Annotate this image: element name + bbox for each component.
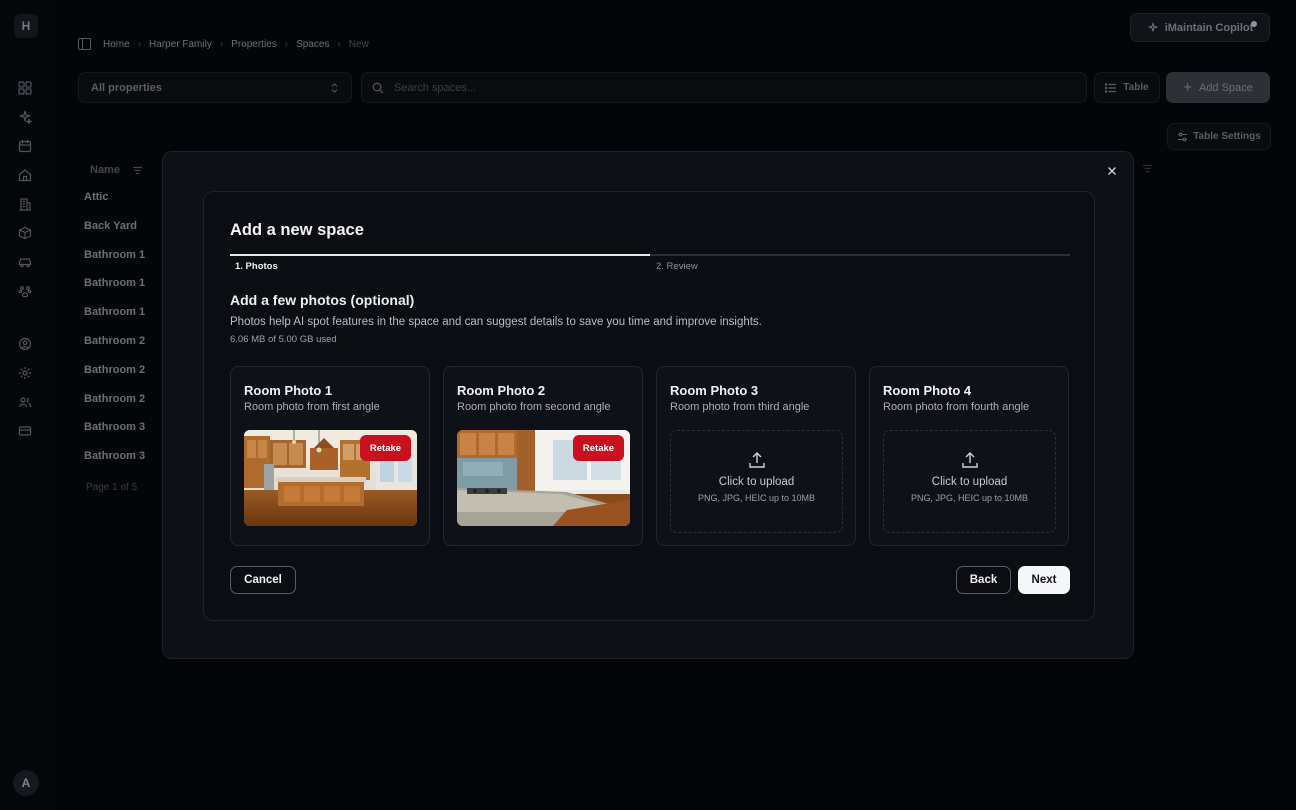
photo-card-title: Room Photo 4 — [883, 383, 972, 398]
photo-card-subtitle: Room photo from fourth angle — [883, 401, 1030, 413]
photo-card-title: Room Photo 1 — [244, 383, 333, 398]
upload-label: Click to upload — [718, 476, 795, 488]
photo-card-title: Room Photo 3 — [670, 383, 759, 398]
close-icon[interactable] — [1103, 162, 1121, 180]
photo-card-subtitle: Room photo from first angle — [244, 401, 380, 413]
upload-dropzone[interactable]: Click to upload PNG, JPG, HEIC up to 10M… — [883, 430, 1056, 533]
upload-icon — [748, 452, 765, 468]
upload-icon — [961, 452, 978, 468]
wizard-panel: Add a new space 1. Photos 2. Review Add … — [203, 191, 1095, 621]
room-photo-thumbnail[interactable]: Retake — [457, 430, 630, 526]
retake-button[interactable]: Retake — [360, 435, 411, 461]
photo-card-2: Room Photo 2 Room photo from second angl… — [443, 366, 643, 546]
photo-card-subtitle: Room photo from second angle — [457, 401, 611, 413]
section-title: Add a few photos (optional) — [230, 292, 415, 308]
storage-usage: 6.06 MB of 5.00 GB used — [230, 334, 337, 345]
upload-dropzone[interactable]: Click to upload PNG, JPG, HEIC up to 10M… — [670, 430, 843, 533]
photo-card-3: Room Photo 3 Room photo from third angle… — [656, 366, 856, 546]
back-button[interactable]: Back — [956, 566, 1011, 594]
photo-card-1: Room Photo 1 Room photo from first angle — [230, 366, 430, 546]
step-progress-fill — [230, 254, 650, 256]
room-photo-thumbnail[interactable]: Retake — [244, 430, 417, 526]
next-button[interactable]: Next — [1018, 566, 1070, 594]
step-review[interactable]: 2. Review — [656, 261, 698, 272]
photo-card-title: Room Photo 2 — [457, 383, 546, 398]
section-description: Photos help AI spot features in the spac… — [230, 316, 762, 328]
step-photos[interactable]: 1. Photos — [235, 261, 278, 272]
cancel-button[interactable]: Cancel — [230, 566, 296, 594]
photo-card-subtitle: Room photo from third angle — [670, 401, 810, 413]
dialog-title: Add a new space — [230, 221, 364, 239]
add-space-dialog: Add a new space 1. Photos 2. Review Add … — [162, 151, 1134, 659]
retake-button[interactable]: Retake — [573, 435, 624, 461]
step-progress-bar — [230, 254, 1070, 256]
upload-formats: PNG, JPG, HEIC up to 10MB — [697, 493, 816, 503]
upload-label: Click to upload — [931, 476, 1008, 488]
photo-card-4: Room Photo 4 Room photo from fourth angl… — [869, 366, 1069, 546]
upload-formats: PNG, JPG, HEIC up to 10MB — [910, 493, 1029, 503]
